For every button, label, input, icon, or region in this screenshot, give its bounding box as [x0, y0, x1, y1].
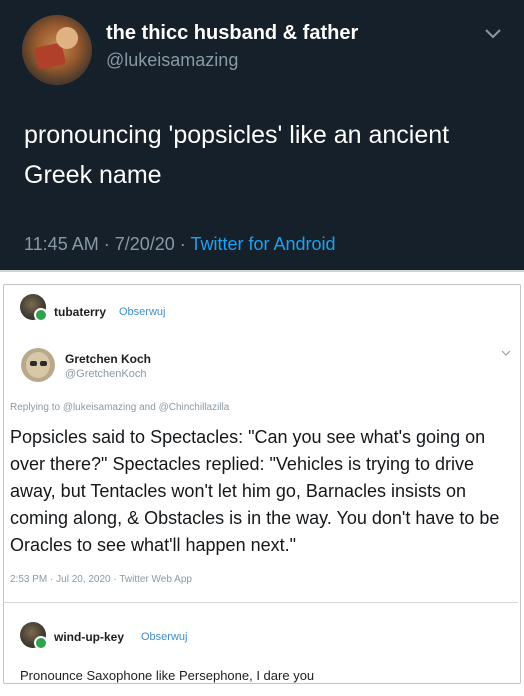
chevron-down-icon[interactable] — [483, 26, 503, 42]
user-handle[interactable]: @lukeisamazing — [106, 50, 238, 71]
mention-link[interactable]: @lukeisamazing — [63, 402, 137, 413]
replying-and: and — [136, 402, 159, 413]
commenter-name[interactable]: wind-up-key — [54, 630, 124, 644]
commenter-avatar[interactable] — [20, 622, 48, 650]
quoted-tweet-text: Popsicles said to Spectacles: "Can you s… — [10, 427, 500, 555]
avatar-eye-graphic — [40, 361, 47, 366]
quoted-avatar[interactable] — [21, 348, 55, 382]
avatar-head-graphic — [56, 27, 78, 49]
mention-link[interactable]: @Chinchillazilla — [159, 402, 230, 413]
replying-to: Replying to @lukeisamazing and @Chinchil… — [10, 402, 229, 413]
tweet-timestamp: 11:45 AM · 7/20/20 · — [24, 234, 191, 254]
online-status-icon — [34, 636, 48, 650]
follow-link[interactable]: Obserwuj — [141, 631, 187, 643]
original-tweet: the thicc husband & father @lukeisamazin… — [0, 0, 524, 272]
tweet-text: pronouncing 'popsicles' like an ancient … — [24, 121, 450, 189]
comment-text: Pronounce Saxophone like Persephone, I d… — [20, 668, 315, 683]
user-avatar[interactable] — [22, 15, 92, 85]
quoted-display-name[interactable]: Gretchen Koch — [65, 352, 151, 366]
quoted-handle[interactable]: @GretchenKoch — [65, 368, 147, 380]
quoted-tweet: Gretchen Koch @GretchenKoch Replying to … — [0, 272, 516, 585]
tweet-meta: 11:45 AM · 7/20/20 · Twitter for Android — [24, 234, 336, 255]
display-name[interactable]: the thicc husband & father — [106, 22, 358, 45]
replying-prefix: Replying to — [10, 402, 63, 413]
comment-divider — [4, 602, 518, 603]
chevron-down-icon[interactable] — [500, 348, 512, 358]
comment-section: tubaterry Obserwuj Gretchen Koch @Gretch… — [0, 272, 524, 696]
avatar-eye-graphic — [30, 361, 37, 366]
quoted-tweet-meta: 2:53 PM · Jul 20, 2020 · Twitter Web App — [10, 574, 192, 585]
tweet-source-link[interactable]: Twitter for Android — [190, 234, 335, 254]
